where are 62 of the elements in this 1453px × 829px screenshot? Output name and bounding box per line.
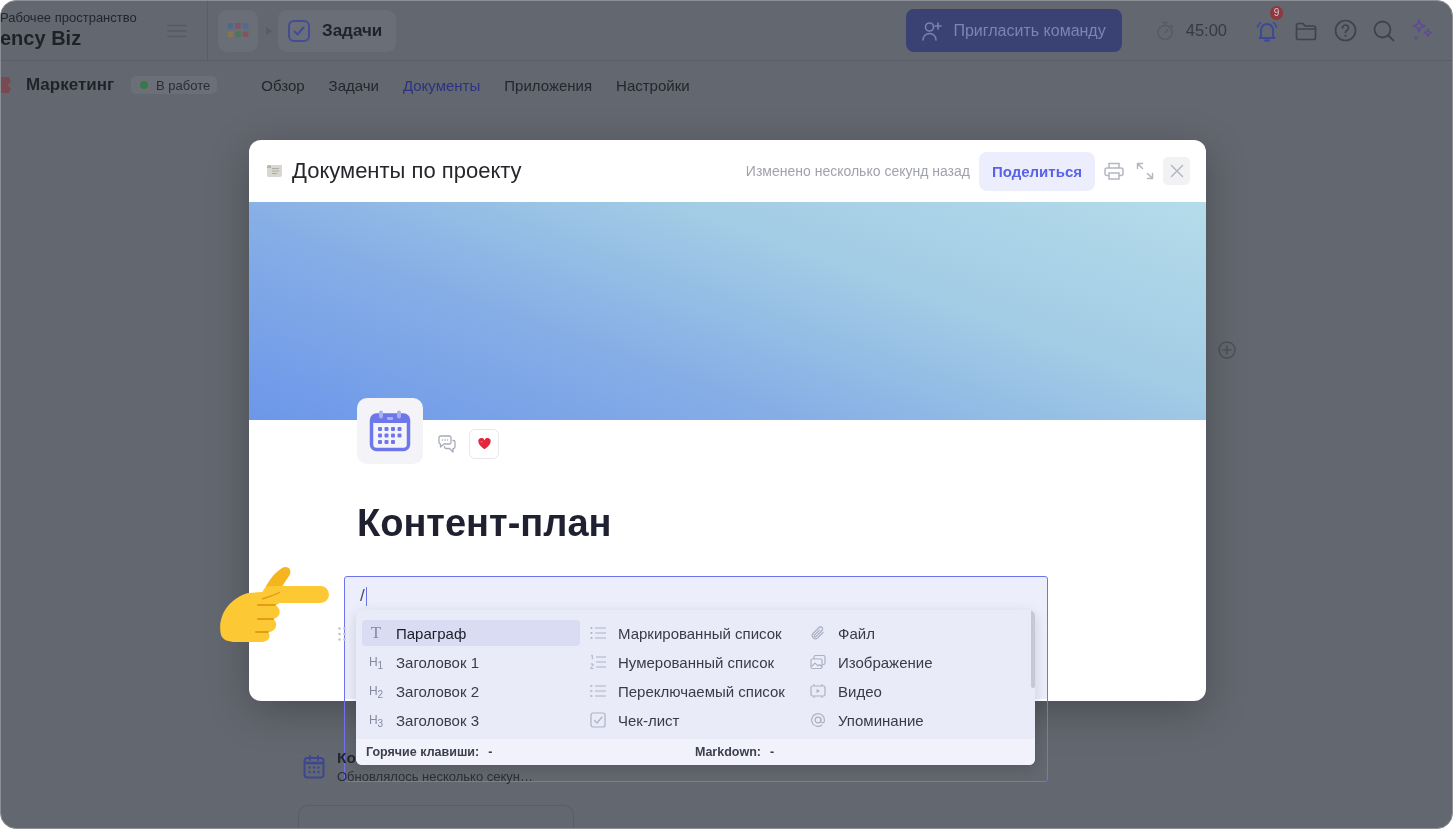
modal-title: Документы по проекту bbox=[292, 158, 522, 184]
menu-item[interactable]: Переключаемый список bbox=[584, 678, 802, 704]
menu-item[interactable]: Чек-лист bbox=[584, 707, 802, 733]
close-icon bbox=[1169, 164, 1184, 178]
add-icon[interactable] bbox=[1218, 341, 1236, 359]
help-icon[interactable] bbox=[1334, 19, 1357, 42]
menu-item[interactable]: Изображение bbox=[804, 649, 1022, 675]
shortcut-value: - bbox=[488, 745, 493, 759]
search-icon[interactable] bbox=[1373, 19, 1395, 42]
heading-icon: H$_{2}$ bbox=[368, 683, 384, 699]
menu-item[interactable]: H$_{2}$ Заголовок 2 bbox=[362, 678, 580, 704]
at-sign-icon bbox=[810, 712, 826, 728]
apps-button[interactable] bbox=[218, 9, 258, 52]
document-title: Контент-план bbox=[357, 501, 613, 546]
print-icon[interactable] bbox=[1104, 162, 1124, 180]
text-cursor bbox=[365, 586, 368, 606]
workspace-caption: Рабочее пространство bbox=[1, 10, 137, 26]
shortcut-value: - bbox=[770, 745, 775, 759]
drag-handle-icon[interactable] bbox=[338, 627, 346, 641]
bulleted-list-icon bbox=[590, 625, 606, 641]
heading-icon: H$_{1}$ bbox=[368, 654, 384, 670]
project-name: Маркетинг bbox=[26, 75, 115, 95]
add-person-icon bbox=[922, 20, 943, 41]
shortcut-label: Markdown: bbox=[695, 745, 761, 759]
folder-icon[interactable] bbox=[1295, 20, 1317, 41]
shortcut-label: Горячие клавиши: bbox=[366, 745, 480, 759]
image-icon bbox=[810, 654, 826, 670]
checklist-icon bbox=[590, 712, 606, 728]
heading-icon: H$_{3}$ bbox=[368, 712, 384, 728]
close-button[interactable] bbox=[1163, 157, 1190, 185]
apps-icon bbox=[227, 23, 249, 38]
status-label: В работе bbox=[156, 77, 211, 93]
bell-icon[interactable] bbox=[1256, 19, 1278, 42]
task-checkbox-icon bbox=[288, 19, 310, 42]
reaction-button[interactable] bbox=[469, 429, 499, 459]
status-dot bbox=[140, 81, 149, 89]
menu-item[interactable]: Нумерованный список bbox=[584, 649, 802, 675]
calendar-icon[interactable] bbox=[357, 398, 423, 464]
scroll-icon bbox=[266, 163, 284, 179]
menu-item[interactable]: Видео bbox=[804, 678, 1022, 704]
text-icon: T bbox=[368, 625, 384, 641]
sparkles-icon[interactable] bbox=[1411, 19, 1434, 42]
typed-text: / bbox=[360, 586, 365, 606]
notification-badge: 9 bbox=[1270, 5, 1283, 20]
numbered-list-icon bbox=[590, 654, 606, 670]
heart-icon bbox=[477, 438, 491, 450]
video-icon bbox=[810, 683, 826, 699]
comments-icon[interactable] bbox=[437, 435, 457, 453]
menu-item[interactable]: Файл bbox=[804, 620, 1022, 646]
menu-item[interactable]: Упоминание bbox=[804, 707, 1022, 733]
share-button[interactable]: Поделиться bbox=[978, 151, 1095, 191]
expand-icon[interactable] bbox=[1136, 162, 1154, 180]
logo-icon bbox=[1, 75, 11, 95]
calendar-icon bbox=[303, 754, 325, 779]
pointing-hand-icon bbox=[218, 565, 330, 643]
toggle-list-icon bbox=[590, 683, 606, 699]
menu-item[interactable]: H$_{1}$ Заголовок 1 bbox=[362, 649, 580, 675]
menu-item[interactable]: H$_{3}$ Заголовок 3 bbox=[362, 707, 580, 733]
menu-item[interactable]: Маркированный список bbox=[584, 620, 802, 646]
menu-item[interactable]: T Параграф bbox=[362, 620, 580, 646]
paperclip-icon bbox=[810, 625, 826, 641]
modified-text: Изменено несколько секунд назад bbox=[745, 163, 970, 179]
